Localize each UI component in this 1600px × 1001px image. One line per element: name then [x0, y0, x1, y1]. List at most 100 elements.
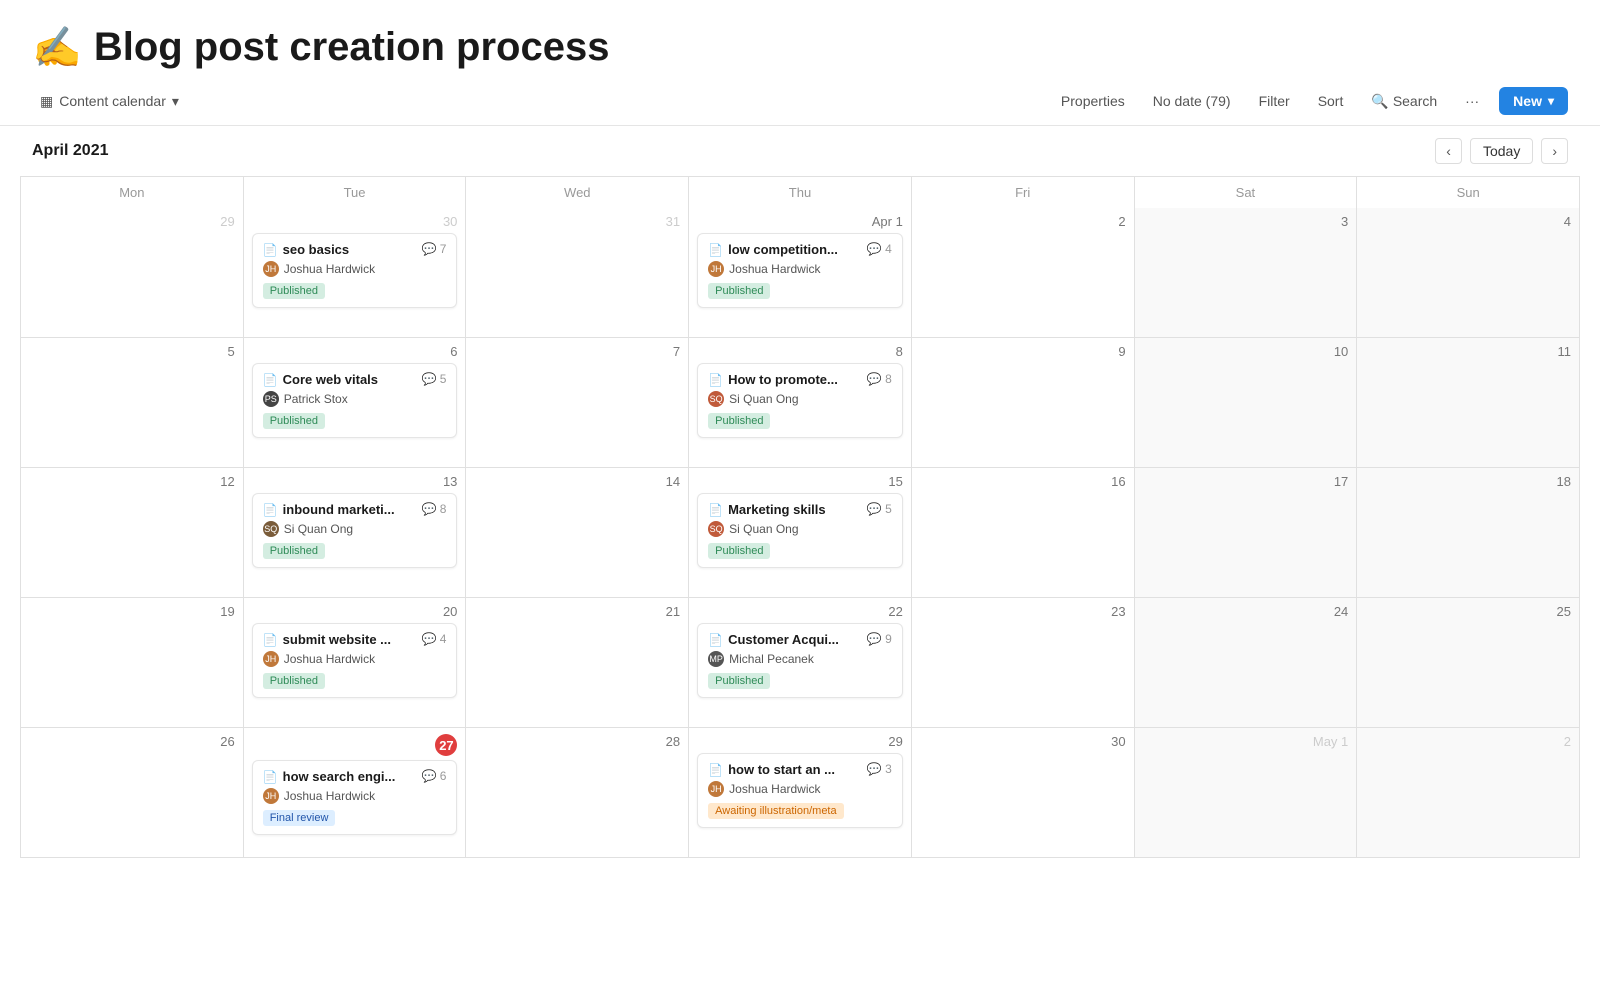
card[interactable]: 📄low competition...💬 4JHJoshua HardwickP…: [697, 233, 903, 308]
calendar-cell[interactable]: 12: [21, 468, 244, 598]
calendar-cell[interactable]: 30 📄seo basics💬 7JHJoshua HardwickPublish…: [244, 208, 467, 338]
calendar-cell[interactable]: 13📄inbound marketi...💬 8SQSi Quan OngPub…: [244, 468, 467, 598]
status-badge: Published: [708, 673, 770, 689]
card[interactable]: 📄How to promote...💬 8SQSi Quan OngPublis…: [697, 363, 903, 438]
card-title-text: Marketing skills: [728, 502, 826, 517]
calendar-cell[interactable]: 15 📄Marketing skills💬 5SQSi Quan OngPubli…: [689, 468, 912, 598]
card[interactable]: 📄seo basics💬 7JHJoshua HardwickPublished: [252, 233, 458, 308]
document-icon: 📄: [708, 763, 723, 777]
calendar-cell[interactable]: May 1: [1135, 728, 1358, 858]
avatar: MP: [708, 651, 724, 667]
view-selector[interactable]: ▦ Content calendar ▾: [32, 89, 187, 114]
properties-button[interactable]: Properties: [1053, 89, 1133, 113]
day-number-today: 27: [435, 734, 457, 756]
calendar-cell[interactable]: 11: [1357, 338, 1580, 468]
month-label: April 2021: [32, 142, 108, 160]
calendar-cell[interactable]: 17: [1135, 468, 1358, 598]
day-number: 26: [29, 734, 235, 749]
calendar-cell[interactable]: 6📄Core web vitals💬 5PSPatrick StoxPublis…: [244, 338, 467, 468]
sort-button[interactable]: Sort: [1310, 89, 1352, 113]
card[interactable]: 📄inbound marketi...💬 8SQSi Quan OngPubli…: [252, 493, 458, 568]
day-number: 20: [252, 604, 458, 619]
day-number: 28: [474, 734, 680, 749]
next-button[interactable]: ›: [1541, 138, 1568, 164]
day-number: 3: [1143, 214, 1349, 229]
author-name: Si Quan Ong: [729, 392, 798, 406]
dow-cell: Wed: [466, 177, 689, 208]
day-number: 4: [1365, 214, 1571, 229]
calendar-cell[interactable]: 4: [1357, 208, 1580, 338]
card[interactable]: 📄how to start an ...💬 3JHJoshua Hardwick…: [697, 753, 903, 828]
calendar-cell[interactable]: 30: [912, 728, 1135, 858]
day-number: 30: [252, 214, 458, 229]
avatar: SQ: [708, 521, 724, 537]
calendar-cell[interactable]: 22📄Customer Acqui...💬 9MPMichal PecanekP…: [689, 598, 912, 728]
calendar-cell[interactable]: 23: [912, 598, 1135, 728]
dow-header: MonTueWedThuFriSatSun: [20, 176, 1580, 208]
card[interactable]: 📄submit website ...💬 4JHJoshua HardwickP…: [252, 623, 458, 698]
filter-button[interactable]: Filter: [1251, 89, 1298, 113]
day-number: 19: [29, 604, 235, 619]
day-number: 24: [1143, 604, 1349, 619]
document-icon: 📄: [263, 633, 278, 647]
avatar: SQ: [708, 391, 724, 407]
calendar-cell[interactable]: 2: [1357, 728, 1580, 858]
card-title-row: 📄Customer Acqui...💬 9: [708, 632, 892, 647]
calendar-cell[interactable]: 19: [21, 598, 244, 728]
calendar-cell[interactable]: 8📄How to promote...💬 8SQSi Quan OngPubli…: [689, 338, 912, 468]
day-number: 8: [697, 344, 903, 359]
calendar-grid: 2930📄seo basics💬 7JHJoshua HardwickPubli…: [20, 208, 1580, 858]
card[interactable]: 📄Core web vitals💬 5PSPatrick StoxPublish…: [252, 363, 458, 438]
calendar-cell[interactable]: 28: [466, 728, 689, 858]
new-button[interactable]: New ▾: [1499, 87, 1568, 115]
card[interactable]: 📄Marketing skills💬 5SQSi Quan OngPublish…: [697, 493, 903, 568]
calendar-cell[interactable]: 7: [466, 338, 689, 468]
author-name: Joshua Hardwick: [729, 262, 820, 276]
prev-button[interactable]: ‹: [1435, 138, 1462, 164]
card[interactable]: 📄how search engi...💬 6JHJoshua HardwickF…: [252, 760, 458, 835]
card-title-text: seo basics: [283, 242, 350, 257]
calendar-cell[interactable]: 14: [466, 468, 689, 598]
calendar-cell[interactable]: 18: [1357, 468, 1580, 598]
card-title-text: How to promote...: [728, 372, 838, 387]
card-title: 📄how search engi...: [263, 769, 418, 784]
dow-cell: Sat: [1135, 177, 1358, 208]
day-number: 17: [1143, 474, 1349, 489]
day-number: 9: [920, 344, 1126, 359]
card-title-row: 📄how to start an ...💬 3: [708, 762, 892, 777]
day-number: 15: [697, 474, 903, 489]
calendar-cell[interactable]: 5: [21, 338, 244, 468]
calendar-cell[interactable]: 25: [1357, 598, 1580, 728]
day-number: 12: [29, 474, 235, 489]
status-badge: Published: [708, 283, 770, 299]
calendar-cell[interactable]: 31: [466, 208, 689, 338]
day-number: 2: [1365, 734, 1571, 749]
more-button[interactable]: ···: [1457, 89, 1487, 113]
calendar-cell[interactable]: 24: [1135, 598, 1358, 728]
card-comment-count: 💬 6: [421, 769, 446, 783]
card-title-text: Customer Acqui...: [728, 632, 839, 647]
day-number: 2: [920, 214, 1126, 229]
calendar-cell[interactable]: 3: [1135, 208, 1358, 338]
search-button[interactable]: 🔍 Search: [1363, 89, 1445, 114]
page-header: ✍️ Blog post creation process ▦ Content …: [0, 0, 1600, 126]
day-number: 21: [474, 604, 680, 619]
calendar-cell[interactable]: 29: [21, 208, 244, 338]
calendar-cell[interactable]: 26: [21, 728, 244, 858]
view-chevron-icon: ▾: [172, 93, 179, 110]
nodate-button[interactable]: No date (79): [1145, 89, 1239, 113]
calendar-cell[interactable]: 10: [1135, 338, 1358, 468]
calendar-cell[interactable]: 29📄how to start an ...💬 3JHJoshua Hardwi…: [689, 728, 912, 858]
calendar-cell[interactable]: 9: [912, 338, 1135, 468]
today-button[interactable]: Today: [1470, 138, 1533, 164]
calendar-cell[interactable]: 20📄submit website ...💬 4JHJoshua Hardwic…: [244, 598, 467, 728]
card[interactable]: 📄Customer Acqui...💬 9MPMichal PecanekPub…: [697, 623, 903, 698]
card-comment-count: 💬 8: [421, 502, 446, 516]
calendar-cell[interactable]: 27 📄how search engi...💬 6JHJoshua Hardwic…: [244, 728, 467, 858]
calendar-cell[interactable]: Apr 1📄low competition...💬 4JHJoshua Hard…: [689, 208, 912, 338]
calendar-cell[interactable]: 2: [912, 208, 1135, 338]
view-icon: ▦: [40, 93, 53, 110]
card-title-text: submit website ...: [283, 632, 391, 647]
calendar-cell[interactable]: 21: [466, 598, 689, 728]
calendar-cell[interactable]: 16: [912, 468, 1135, 598]
